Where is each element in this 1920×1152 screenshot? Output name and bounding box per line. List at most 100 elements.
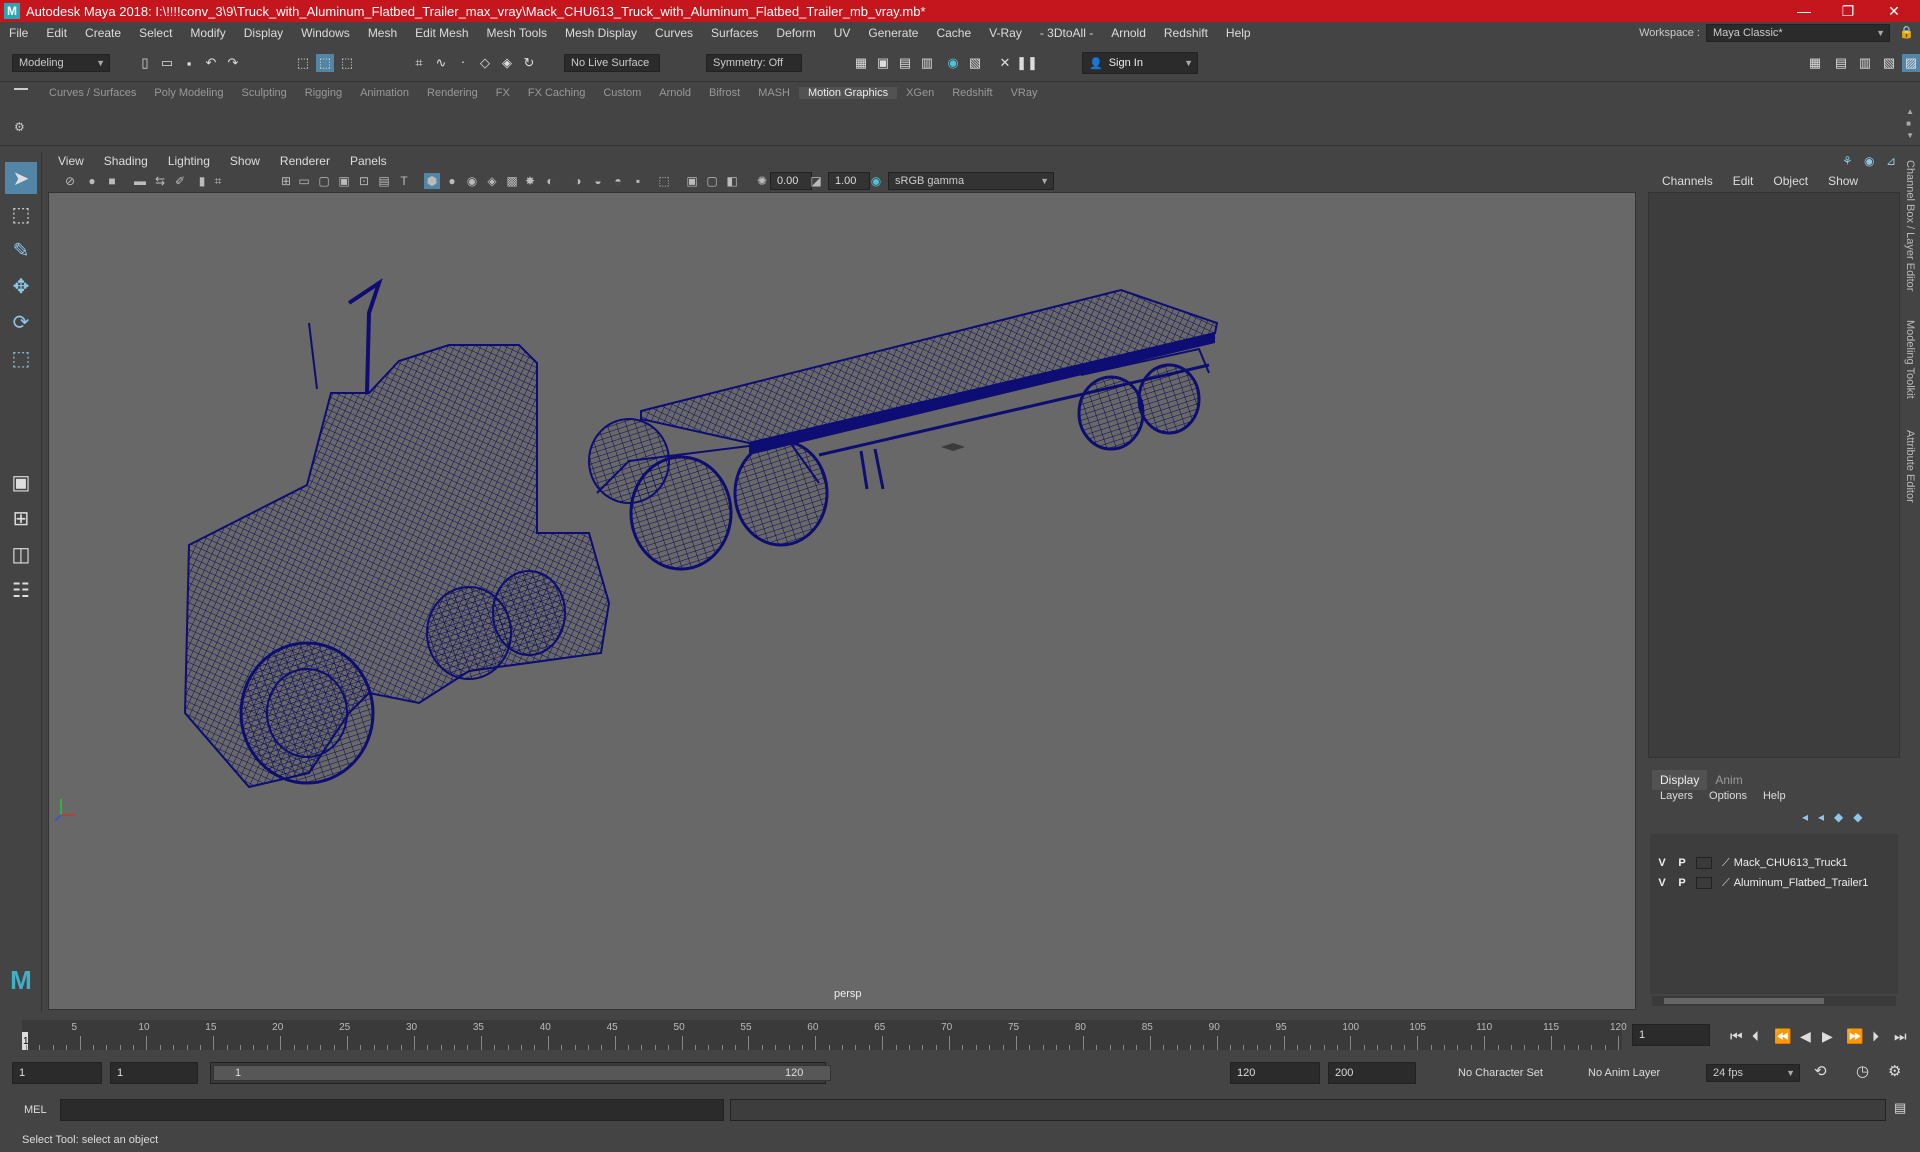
grease-pencil-icon[interactable]: ✐ bbox=[172, 173, 188, 189]
close-button[interactable]: ✕ bbox=[1874, 0, 1914, 22]
hypershade-icon[interactable]: ◉ bbox=[944, 54, 962, 72]
safe-title-icon[interactable]: T bbox=[396, 173, 412, 189]
layer-editor-toggle-icon[interactable]: ◉ bbox=[1864, 154, 1874, 168]
channel-box-menu-edit[interactable]: Edit bbox=[1723, 174, 1764, 188]
backface-icon[interactable]: ◧ bbox=[724, 173, 740, 189]
go-to-end-icon[interactable]: ⏭ bbox=[1894, 1028, 1907, 1045]
viewport-menu-renderer[interactable]: Renderer bbox=[270, 154, 340, 168]
camera-2d-pan-icon[interactable]: ⇆ bbox=[152, 173, 168, 189]
camera-attributes-icon[interactable]: ● bbox=[84, 173, 100, 189]
shelf-tab-rendering[interactable]: Rendering bbox=[418, 87, 487, 99]
menu-curves[interactable]: Curves bbox=[646, 26, 702, 40]
playback-end-field[interactable]: 120 bbox=[1230, 1062, 1320, 1084]
exposure-field[interactable]: 0.00 bbox=[770, 172, 812, 190]
viewport-menu-view[interactable]: View bbox=[48, 154, 94, 168]
menu-arnold[interactable]: Arnold bbox=[1102, 26, 1155, 40]
layer-menu-help[interactable]: Help bbox=[1755, 790, 1794, 802]
play-forward-icon[interactable]: ▶ bbox=[1822, 1028, 1833, 1045]
image-plane-icon[interactable]: ▬ bbox=[132, 173, 148, 189]
film-gate-icon[interactable]: ▭ bbox=[296, 173, 312, 189]
shelf-tab-curves-surfaces[interactable]: Curves / Surfaces bbox=[40, 87, 145, 99]
step-forward-icon[interactable]: ⏵ bbox=[1872, 1028, 1879, 1045]
field-chart-icon[interactable]: ⊡ bbox=[356, 173, 372, 189]
wireframe-on-shaded-icon[interactable]: ◈ bbox=[484, 173, 500, 189]
snap-live-icon[interactable]: ↻ bbox=[520, 54, 538, 72]
menu-windows[interactable]: Windows bbox=[292, 26, 359, 40]
shelf-tab-arnold[interactable]: Arnold bbox=[650, 87, 700, 99]
layer-playback-toggle[interactable]: P bbox=[1672, 857, 1692, 869]
view-transform-dropdown[interactable]: sRGB gamma ▼ bbox=[888, 172, 1054, 190]
gamma-field[interactable]: 1.00 bbox=[828, 172, 870, 190]
lock-icon[interactable]: 🔒 bbox=[1899, 25, 1914, 39]
shelf-tab-redshift[interactable]: Redshift bbox=[943, 87, 1001, 99]
layer-playback-toggle[interactable]: P bbox=[1672, 877, 1692, 889]
xray-joints-icon[interactable]: ▢ bbox=[704, 173, 720, 189]
menu-modify[interactable]: Modify bbox=[181, 26, 234, 40]
pause-viewport-icon[interactable]: ❚❚ bbox=[1016, 54, 1038, 72]
shadows-icon[interactable]: ◐ bbox=[542, 173, 558, 189]
live-surface-field[interactable]: No Live Surface bbox=[564, 54, 660, 72]
open-scene-icon[interactable]: ▭ bbox=[158, 54, 176, 72]
snap-curve-icon[interactable]: ∿ bbox=[432, 54, 450, 72]
scale-tool-icon[interactable]: ⬚ bbox=[5, 342, 37, 374]
menu-help[interactable]: Help bbox=[1217, 26, 1260, 40]
play-backward-icon[interactable]: ◀ bbox=[1800, 1028, 1811, 1045]
animation-start-field[interactable]: 1 bbox=[12, 1062, 102, 1084]
channel-box-icon[interactable]: ▧ bbox=[1880, 54, 1898, 72]
shelf-tab-vray[interactable]: VRay bbox=[1002, 87, 1047, 99]
auto-key-icon[interactable]: ◷ bbox=[1856, 1062, 1869, 1080]
shelf-tab-poly-modeling[interactable]: Poly Modeling bbox=[145, 87, 232, 99]
save-scene-icon[interactable]: ▪ bbox=[180, 54, 198, 72]
viewport-menu-show[interactable]: Show bbox=[220, 154, 270, 168]
menu-uv[interactable]: UV bbox=[825, 26, 860, 40]
attribute-toggle-icon[interactable]: ⊿ bbox=[1886, 154, 1896, 168]
menu-file[interactable]: File bbox=[0, 26, 37, 40]
truck-wireframe[interactable] bbox=[183, 278, 829, 789]
menu-create[interactable]: Create bbox=[76, 26, 130, 40]
menu-mesh[interactable]: Mesh bbox=[359, 26, 406, 40]
anti-aliasing-icon[interactable]: ◓ bbox=[610, 173, 626, 189]
snap-grid-icon[interactable]: ⌗ bbox=[410, 54, 428, 72]
command-language-label[interactable]: MEL bbox=[24, 1104, 47, 1116]
menu-mesh-tools[interactable]: Mesh Tools bbox=[478, 26, 556, 40]
undo-icon[interactable]: ↶ bbox=[202, 54, 220, 72]
render-setup-icon[interactable]: ▧ bbox=[966, 54, 984, 72]
shelf-menu-icon[interactable] bbox=[14, 88, 28, 90]
menu-cache[interactable]: Cache bbox=[927, 26, 980, 40]
step-back-icon[interactable]: ⏴ bbox=[1752, 1028, 1759, 1045]
symmetry-field[interactable]: Symmetry: Off bbox=[706, 54, 802, 72]
new-scene-icon[interactable]: ▯ bbox=[136, 54, 154, 72]
menu-deform[interactable]: Deform bbox=[767, 26, 824, 40]
shelf-scroll-icon[interactable]: ▲ ■ ▼ bbox=[1906, 106, 1914, 142]
restore-button[interactable]: ❐ bbox=[1828, 0, 1868, 22]
shelf-tab-mash[interactable]: MASH bbox=[749, 87, 799, 99]
menu-redshift[interactable]: Redshift bbox=[1155, 26, 1217, 40]
shelf-tab-custom[interactable]: Custom bbox=[594, 87, 650, 99]
smooth-shading-icon[interactable]: ● bbox=[444, 173, 460, 189]
select-tool-icon[interactable]: ➤ bbox=[5, 162, 37, 194]
tab-anim[interactable]: Anim bbox=[1707, 770, 1750, 790]
workspace-dropdown[interactable]: Maya Classic* ▼ bbox=[1706, 24, 1890, 42]
channel-box[interactable] bbox=[1648, 192, 1900, 758]
layer-row[interactable]: V P ⟋ Mack_CHU613_Truck1 bbox=[1652, 854, 1896, 872]
channel-box-menu-channels[interactable]: Channels bbox=[1652, 174, 1723, 188]
shelf-tab-sculpting[interactable]: Sculpting bbox=[233, 87, 296, 99]
render-current-icon[interactable]: ▣ bbox=[874, 54, 892, 72]
minimize-button[interactable]: — bbox=[1784, 0, 1824, 22]
bookmark-2-icon[interactable]: ▮ bbox=[194, 173, 210, 189]
layer-menu-options[interactable]: Options bbox=[1701, 790, 1755, 802]
outliner-layout-icon[interactable]: ☷ bbox=[5, 574, 37, 606]
layer-scrollbar-thumb[interactable] bbox=[1664, 998, 1824, 1004]
light-editor-icon[interactable]: ✕ bbox=[996, 54, 1014, 72]
snap-surface-icon[interactable]: ◈ bbox=[498, 54, 516, 72]
step-back-key-icon[interactable]: ⏪ bbox=[1774, 1028, 1791, 1045]
attribute-editor-icon[interactable]: ▤ bbox=[1832, 54, 1850, 72]
textured-icon[interactable]: ▩ bbox=[504, 173, 520, 189]
grid-toggle-icon[interactable]: ⌗ bbox=[210, 173, 226, 189]
two-pane-layout-icon[interactable]: ◫ bbox=[5, 538, 37, 570]
select-by-hierarchy-icon[interactable]: ⬚ bbox=[294, 54, 312, 72]
wireframe-icon[interactable]: ⊞ bbox=[278, 173, 294, 189]
modeling-toolkit-icon[interactable]: ▦ bbox=[1806, 54, 1824, 72]
exposure-icon[interactable]: ✺ bbox=[754, 173, 770, 189]
snap-view-plane-icon[interactable]: ◇ bbox=[476, 54, 494, 72]
